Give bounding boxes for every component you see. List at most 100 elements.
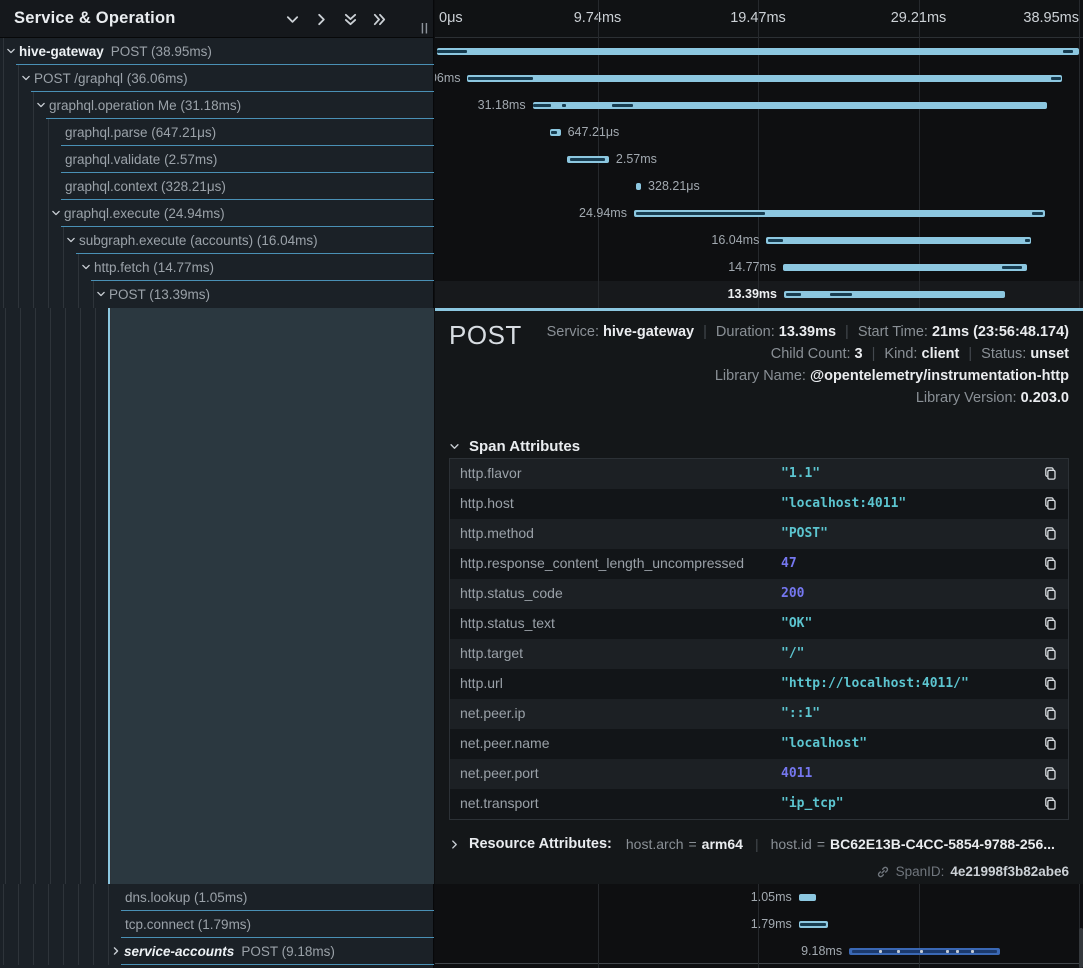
span-bar[interactable] (784, 291, 1005, 298)
chevron-down-icon[interactable] (21, 73, 34, 83)
chevron-right-icon[interactable] (313, 11, 329, 27)
span-tree-row[interactable]: POST (13.39ms) (0, 281, 434, 308)
timeline-tick-label: 38.95ms (1023, 0, 1079, 37)
span-bar-row[interactable]: 36.06ms (435, 65, 1083, 92)
span-bar[interactable] (636, 183, 641, 190)
timeline-panel: 0μs9.74ms19.47ms29.21ms38.95ms 36.06ms31… (435, 0, 1083, 968)
span-tree-row[interactable]: subgraph.execute (accounts) (16.04ms) (0, 227, 434, 254)
timeline-tick-label: 0μs (439, 0, 463, 37)
span-bar-row[interactable]: 31.18ms (435, 92, 1083, 119)
copy-icon[interactable] (1043, 796, 1059, 812)
detail-meta-label: Child Count: (771, 346, 855, 362)
span-bar-row[interactable]: 24.94ms (435, 200, 1083, 227)
detail-meta-value: hive-gateway (603, 324, 694, 340)
span-tree-row[interactable]: dns.lookup (1.05ms) (0, 884, 434, 911)
span-tree-row[interactable]: tcp.connect (1.79ms) (0, 911, 434, 938)
attribute-key: net.peer.name (460, 729, 550, 758)
service-operation-title: Service & Operation (14, 0, 176, 37)
span-duration-label: 13.39ms (728, 281, 777, 308)
child-span-mark (562, 104, 566, 107)
indent-guides (0, 227, 65, 254)
timeline-tick-label: 29.21ms (891, 0, 947, 37)
copy-icon[interactable] (1043, 736, 1059, 752)
span-bar-row[interactable]: 9.18ms (435, 938, 1083, 965)
chevron-down-icon[interactable] (6, 46, 19, 56)
span-duration-label: 16.04ms (711, 227, 759, 254)
span-bar[interactable] (766, 237, 1030, 244)
copy-icon[interactable] (1043, 526, 1059, 542)
span-tree-row[interactable]: graphql.parse (647.21μs) (0, 119, 434, 146)
copy-icon[interactable] (1043, 706, 1059, 722)
child-span-mark (1051, 77, 1061, 80)
log-dot (971, 950, 974, 953)
child-span-mark (533, 104, 550, 107)
copy-icon[interactable] (1043, 586, 1059, 602)
copy-icon[interactable] (1043, 616, 1059, 632)
copy-icon[interactable] (1043, 466, 1059, 482)
span-bar-row[interactable]: 16.04ms (435, 227, 1083, 254)
copy-icon[interactable] (1043, 496, 1059, 512)
span-bars-region: 36.06ms31.18ms647.21μs2.57ms328.21μs24.9… (435, 38, 1083, 308)
span-bar-row[interactable]: 14.77ms (435, 254, 1083, 281)
span-attributes-toggle[interactable]: Span Attributes (449, 438, 580, 455)
span-bar-row[interactable]: 647.21μs (435, 119, 1083, 146)
span-tree-row[interactable]: hive-gatewayPOST (38.95ms) (0, 38, 434, 65)
child-span-mark (1025, 239, 1030, 242)
attribute-key: http.method (460, 519, 534, 548)
double-chevron-right-icon[interactable] (371, 11, 387, 27)
span-tree-row[interactable]: graphql.execute (24.94ms) (0, 200, 434, 227)
panel-resize-grip[interactable]: || (421, 22, 429, 34)
link-icon[interactable] (876, 865, 890, 879)
indent-guides (0, 911, 110, 938)
span-tree-row[interactable]: graphql.context (328.21μs) (0, 173, 434, 200)
span-bar[interactable] (437, 48, 1079, 55)
attribute-row: net.peer.ip"::1" (450, 699, 1068, 729)
copy-icon[interactable] (1043, 766, 1059, 782)
separator: | (836, 324, 858, 340)
attribute-key: http.flavor (460, 459, 521, 488)
span-bar[interactable] (467, 75, 1061, 82)
chevron-down-icon[interactable] (284, 11, 300, 27)
attribute-key: net.peer.port (460, 759, 539, 788)
span-operation-label: POST (9.18ms) (241, 944, 335, 959)
child-span-mark (612, 104, 633, 107)
span-bar-row[interactable]: 328.21μs (435, 173, 1083, 200)
span-bar[interactable] (783, 264, 1026, 271)
span-bar-row[interactable]: 1.05ms (435, 884, 1083, 911)
span-bar[interactable] (533, 102, 1047, 109)
double-chevron-down-icon[interactable] (342, 11, 358, 27)
span-operation-label: graphql.parse (647.21μs) (65, 125, 216, 140)
span-tree-row[interactable]: graphql.operation Me (31.18ms) (0, 92, 434, 119)
scrollbar-thumb[interactable] (1079, 928, 1083, 968)
span-bar[interactable] (799, 894, 816, 901)
span-tree-row[interactable]: service-accountsPOST (9.18ms) (0, 938, 434, 965)
detail-meta-label: Kind: (884, 346, 921, 362)
chevron-right-icon[interactable] (111, 946, 124, 956)
chevron-down-icon[interactable] (51, 208, 64, 218)
chevron-down-icon[interactable] (96, 289, 109, 299)
timeline-header: 0μs9.74ms19.47ms29.21ms38.95ms (435, 0, 1083, 38)
detail-meta-label: Library Name: (715, 368, 810, 384)
span-duration-label: 328.21μs (648, 173, 700, 200)
span-tree-row[interactable]: graphql.validate (2.57ms) (0, 146, 434, 173)
chevron-down-icon[interactable] (36, 100, 49, 110)
span-bar-row[interactable]: 2.57ms (435, 146, 1083, 173)
span-operation-label: http.fetch (14.77ms) (94, 260, 214, 275)
copy-icon[interactable] (1043, 676, 1059, 692)
span-operation-label: subgraph.execute (accounts) (16.04ms) (79, 233, 318, 248)
span-operation-label: POST (13.39ms) (109, 287, 210, 302)
log-dot (897, 950, 900, 953)
span-tree-row[interactable]: POST /graphql (36.06ms) (0, 65, 434, 92)
detail-span-title: POST (449, 320, 522, 351)
span-bar-row[interactable]: 13.39ms (435, 281, 1083, 308)
span-tree-row[interactable]: http.fetch (14.77ms) (0, 254, 434, 281)
chevron-down-icon[interactable] (66, 235, 79, 245)
span-attributes-table: http.flavor"1.1"http.host"localhost:4011… (449, 458, 1069, 820)
span-bar-row[interactable] (435, 38, 1083, 65)
span-bar-row[interactable]: 1.79ms (435, 911, 1083, 938)
resource-attributes-toggle[interactable]: Resource Attributes: (469, 836, 612, 852)
copy-icon[interactable] (1043, 646, 1059, 662)
attribute-key: net.peer.ip (460, 699, 525, 728)
copy-icon[interactable] (1043, 556, 1059, 572)
chevron-down-icon[interactable] (81, 262, 94, 272)
